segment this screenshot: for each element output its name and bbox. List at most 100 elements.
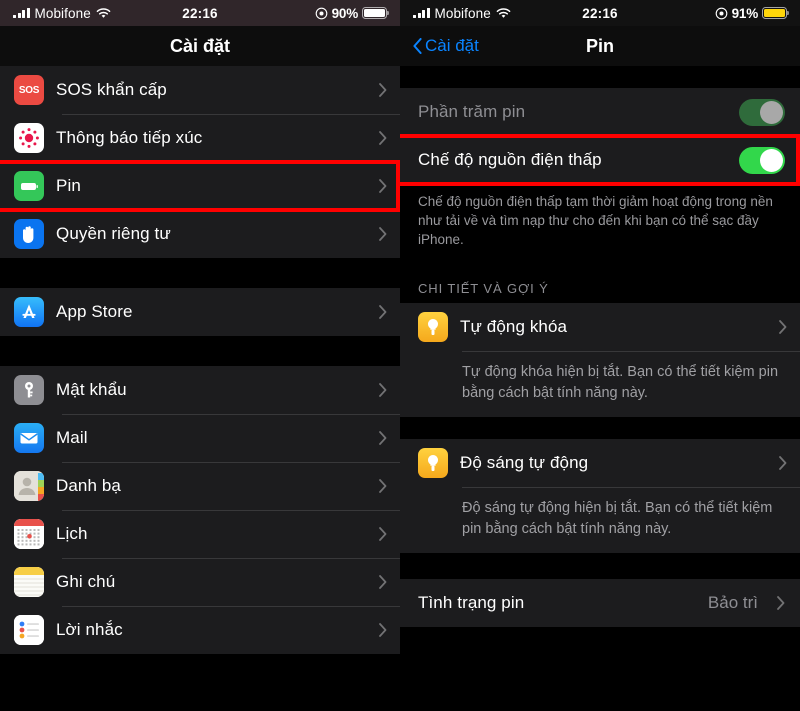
suggestion-card-1: Độ sáng tự động Độ sáng tự động hiện bị t… [400, 439, 800, 553]
dual-screenshot: Mobifone 22:16 90% Cài đặt SOS SOS khẩn c… [0, 0, 800, 711]
passwords-key-icon [14, 375, 44, 405]
sidebar-item-label: Mail [56, 428, 88, 447]
sidebar-item-0[interactable]: App Store [0, 288, 400, 336]
calendar-icon [14, 519, 44, 549]
carrier-label: Mobifone [434, 5, 491, 21]
signal-bars-icon [13, 8, 30, 18]
wifi-icon [496, 7, 511, 19]
sidebar-item-label: Pin [56, 176, 81, 195]
sidebar-item-4[interactable]: Ghi chú [0, 558, 400, 606]
sidebar-item-label: Danh bạ [56, 476, 121, 495]
sidebar-item-3[interactable]: Quyền riêng tư [0, 210, 400, 258]
reminders-icon [14, 615, 44, 645]
suggestion-card-0: Tự động khóa Tự động khóa hiện bị tắt. Bạ… [400, 303, 800, 417]
section-spacer [400, 417, 800, 439]
chevron-right-icon [379, 575, 387, 589]
page-title: Cài đặt [169, 35, 230, 56]
sidebar-item-0[interactable]: SOS SOS khẩn cấp [0, 66, 400, 114]
battery-settings-content: Phần trăm pin Chế độ nguồn điện thấp Chế đ… [400, 66, 800, 627]
sos-icon: SOS [14, 75, 44, 105]
sidebar-item-1[interactable]: Mail [0, 414, 400, 462]
battery-health-group: Tình trạng pin Bảo trì [400, 579, 800, 627]
sidebar-item-1[interactable]: Thông báo tiếp xúc [0, 114, 400, 162]
status-right-group: 91% [715, 5, 790, 21]
settings-list: SOS SOS khẩn cấp Thông báo tiếp xúc Pin Quyề… [0, 66, 400, 654]
low-power-mode-row[interactable]: Chế độ nguồn điện thấp [400, 136, 800, 184]
group-spacer [0, 258, 400, 288]
chevron-right-icon [379, 623, 387, 637]
nav-bar: Cài đặt [0, 26, 400, 66]
chevron-right-icon [379, 179, 387, 193]
sidebar-item-label: Ghi chú [56, 572, 116, 591]
sidebar-item-label: SOS khẩn cấp [56, 80, 167, 99]
chevron-right-icon [779, 456, 787, 470]
suggestion-label: Tự động khóa [460, 317, 568, 336]
left-phone-settings-screen: Mobifone 22:16 90% Cài đặt SOS SOS khẩn c… [0, 0, 400, 711]
sidebar-item-2[interactable]: Danh bạ [0, 462, 400, 510]
rotation-lock-icon [715, 7, 728, 20]
battery-percent-label: 90% [331, 5, 359, 21]
status-right-group: 90% [315, 5, 390, 21]
sidebar-item-3[interactable]: Lịch [0, 510, 400, 558]
low-power-mode-toggle[interactable] [739, 146, 785, 174]
app-store-icon [14, 297, 44, 327]
suggestion-label: Độ sáng tự động [460, 453, 589, 472]
settings-group: SOS SOS khẩn cấp Thông báo tiếp xúc Pin Quyề… [0, 66, 400, 258]
settings-group: Mật khẩu Mail Danh bạ Lịch Ghi chú Lời nhắc [0, 366, 400, 654]
power-settings-group: Phần trăm pin Chế độ nguồn điện thấp [400, 88, 800, 184]
mail-icon [14, 423, 44, 453]
wifi-icon [96, 7, 111, 19]
chevron-right-icon [379, 131, 387, 145]
suggestion-row[interactable]: Tự động khóa [400, 303, 800, 351]
sidebar-item-label: App Store [56, 302, 133, 321]
chevron-right-icon [379, 383, 387, 397]
signal-bars-icon [413, 8, 430, 18]
rotation-lock-icon [315, 7, 328, 20]
low-power-mode-label: Chế độ nguồn điện thấp [418, 150, 602, 169]
chevron-right-icon [779, 320, 787, 334]
chevron-right-icon [379, 431, 387, 445]
chevron-right-icon [777, 596, 785, 610]
top-spacer [400, 66, 800, 88]
battery-icon [762, 7, 790, 19]
sidebar-item-label: Lịch [56, 524, 88, 543]
back-label: Cài đặt [425, 36, 479, 55]
notes-icon [14, 567, 44, 597]
sidebar-item-label: Mật khẩu [56, 380, 127, 399]
chevron-right-icon [379, 305, 387, 319]
status-bar: Mobifone 22:16 91% [400, 0, 800, 26]
back-button[interactable]: Cài đặt [413, 36, 479, 56]
battery-percent-toggle[interactable] [739, 98, 785, 126]
right-phone-battery-screen: Mobifone 22:16 91% Cài đặt Pin Phần trăm… [400, 0, 800, 711]
sidebar-item-label: Quyền riêng tư [56, 224, 171, 243]
battery-percent-label: Phần trăm pin [418, 102, 526, 121]
chevron-left-icon [413, 38, 422, 54]
battery-health-row[interactable]: Tình trạng pin Bảo trì [400, 579, 800, 627]
sidebar-item-label: Thông báo tiếp xúc [56, 128, 203, 147]
suggestion-body: Độ sáng tự động hiện bị tắt. Bạn có thể … [400, 487, 800, 553]
chevron-right-icon [379, 527, 387, 541]
sidebar-item-0[interactable]: Mật khẩu [0, 366, 400, 414]
group-spacer [0, 336, 400, 366]
status-left-group: Mobifone [13, 6, 111, 21]
lightbulb-icon [418, 312, 448, 342]
battery-percent-label: 91% [731, 5, 759, 21]
chevron-right-icon [379, 83, 387, 97]
chevron-right-icon [379, 227, 387, 241]
suggestion-body: Tự động khóa hiện bị tắt. Bạn có thể tiế… [400, 351, 800, 417]
battery-health-value: Bảo trì [707, 593, 758, 612]
battery-percent-row[interactable]: Phần trăm pin [400, 88, 800, 136]
status-bar: Mobifone 22:16 90% [0, 0, 400, 26]
battery-health-label: Tình trạng pin [418, 593, 525, 612]
nav-bar: Cài đặt Pin [400, 26, 800, 66]
suggestion-row[interactable]: Độ sáng tự động [400, 439, 800, 487]
status-left-group: Mobifone [413, 6, 511, 21]
carrier-label: Mobifone [34, 5, 91, 21]
sidebar-item-2[interactable]: Pin [0, 162, 400, 210]
sidebar-item-label: Lời nhắc [56, 620, 123, 639]
contacts-icon [14, 471, 44, 501]
low-power-footnote: Chế độ nguồn điện thấp tạm thời giảm hoạ… [400, 184, 800, 261]
privacy-hand-icon [14, 219, 44, 249]
suggestions-section-header: CHI TIẾT VÀ GỢI Ý [400, 261, 800, 303]
sidebar-item-5[interactable]: Lời nhắc [0, 606, 400, 654]
